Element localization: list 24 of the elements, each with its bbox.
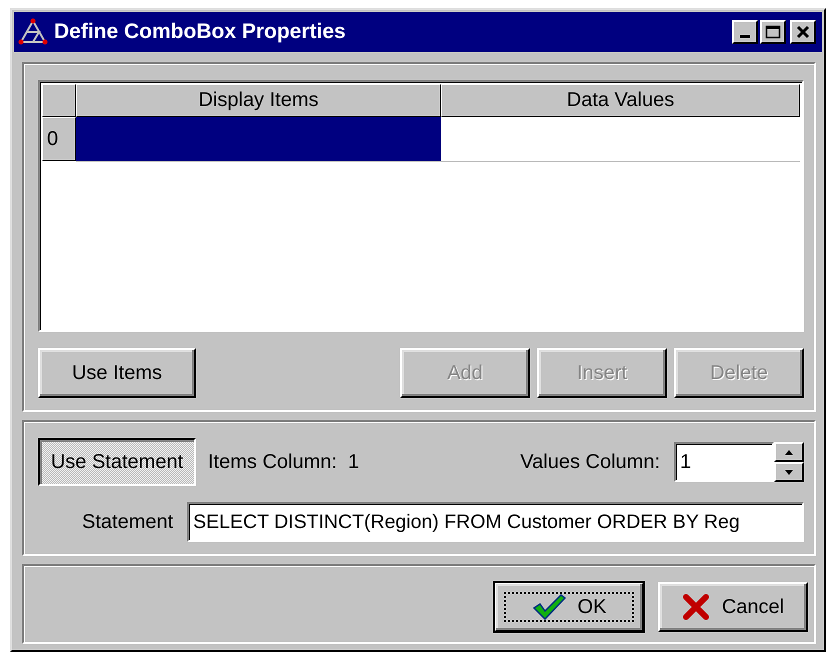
down-arrow-icon: [785, 470, 793, 474]
close-button[interactable]: [790, 20, 816, 44]
row-header[interactable]: 0: [42, 117, 76, 161]
column-header[interactable]: Data Values: [441, 84, 800, 117]
maximize-icon: [765, 25, 781, 39]
minimize-icon: [740, 35, 750, 38]
up-arrow-icon: [785, 450, 793, 454]
statement-field[interactable]: SELECT DISTINCT(Region) FROM Customer ORDER BY Reg: [187, 502, 804, 542]
use-statement-button[interactable]: Use Statement: [38, 438, 196, 486]
triangle-logo-icon: [18, 18, 48, 46]
items-grid[interactable]: Display Items Data Values 0: [38, 80, 804, 332]
column-header[interactable]: Display Items: [76, 84, 441, 117]
use-items-button[interactable]: Use Items: [38, 348, 196, 398]
cross-icon: [682, 593, 710, 621]
close-icon: [796, 25, 810, 39]
values-column-label: Values Column:: [520, 450, 660, 474]
maximize-button[interactable]: [760, 20, 786, 44]
cancel-button[interactable]: Cancel: [658, 582, 808, 632]
minimize-button[interactable]: [732, 20, 758, 44]
window-title: Define ComboBox Properties: [54, 20, 347, 44]
items-column-label: Items Column: 1: [208, 450, 360, 474]
statement-label: Statement: [82, 510, 174, 534]
ok-button[interactable]: OK: [494, 582, 644, 632]
checkmark-icon: [532, 593, 566, 621]
